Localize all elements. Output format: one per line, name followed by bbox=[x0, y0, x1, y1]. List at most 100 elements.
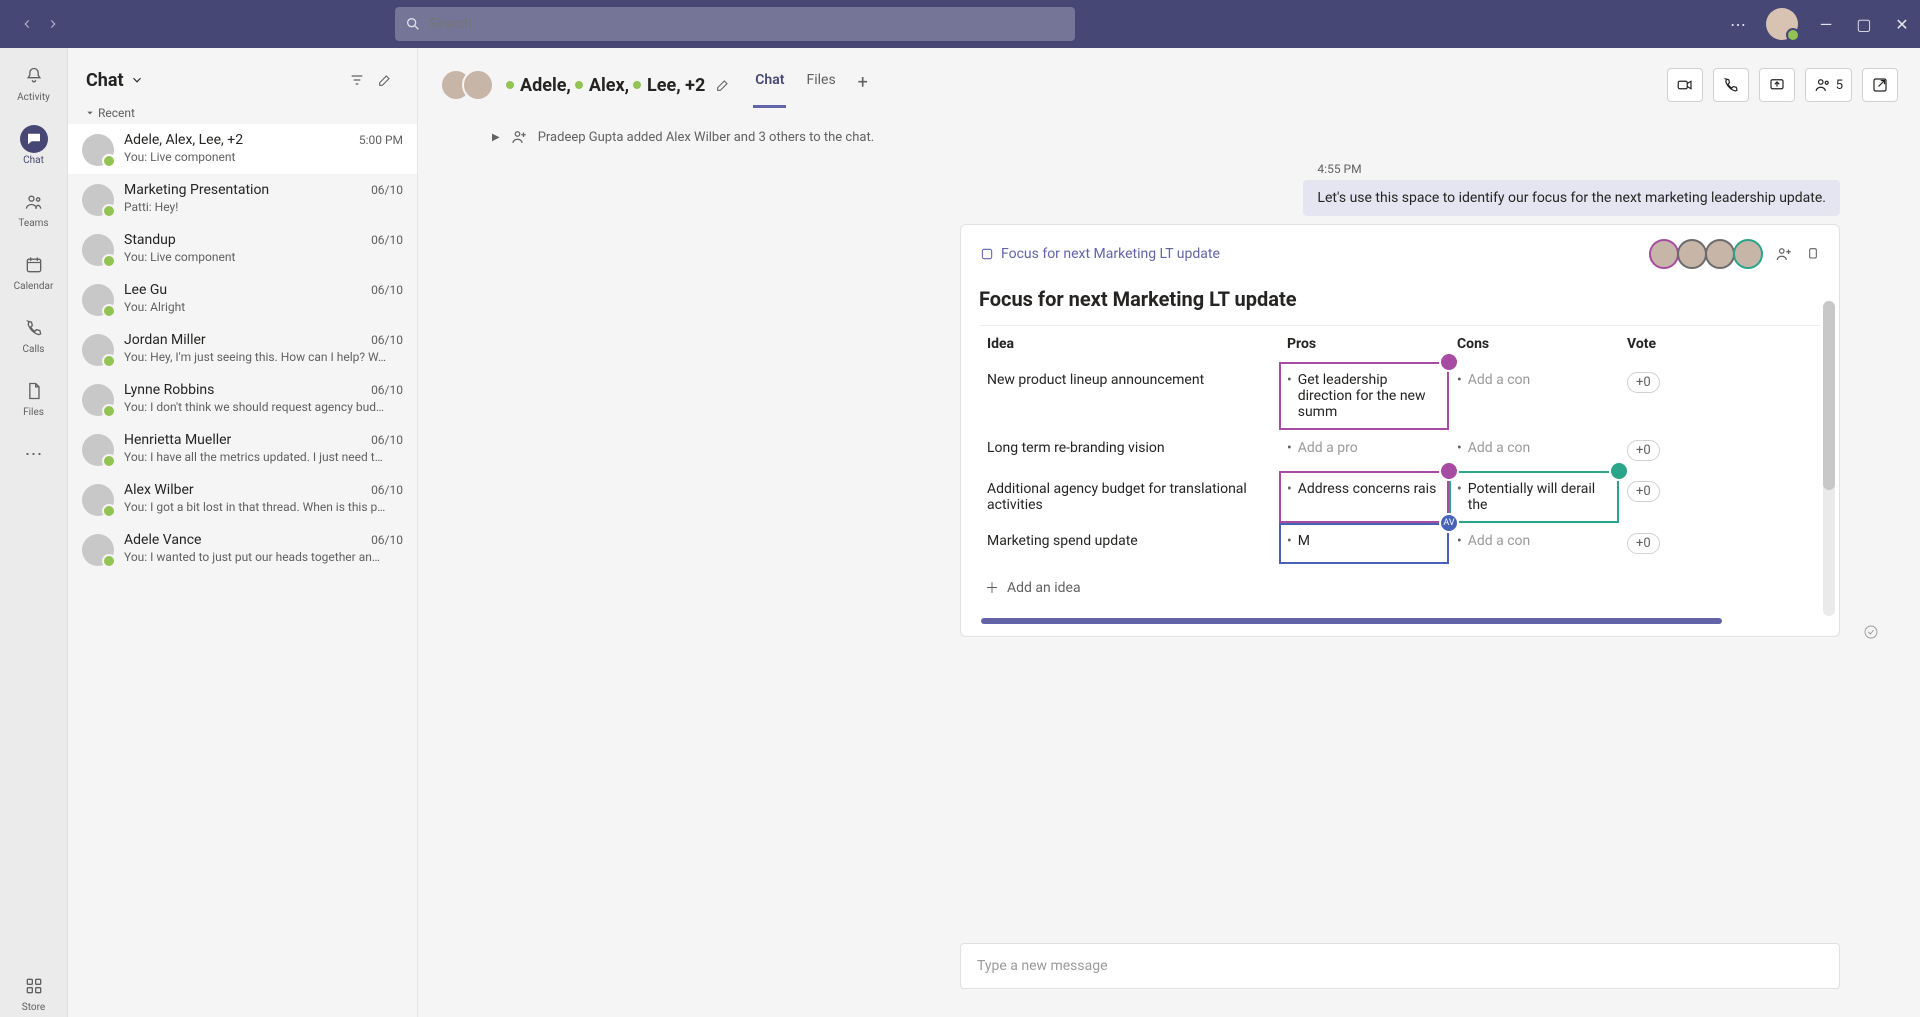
chat-list-item[interactable]: Adele Vance 06/10 You: I wanted to just … bbox=[68, 524, 417, 574]
chat-list-item[interactable]: Lee Gu 06/10 You: Alright bbox=[68, 274, 417, 324]
recent-section-toggle[interactable]: Recent bbox=[68, 102, 417, 124]
avatar[interactable] bbox=[1649, 239, 1679, 269]
popout-button[interactable] bbox=[1862, 68, 1898, 102]
tab-files[interactable]: Files bbox=[804, 62, 837, 108]
chat-list-item[interactable]: Jordan Miller 06/10 You: Hey, I'm just s… bbox=[68, 324, 417, 374]
pros-cell[interactable]: Add a pro bbox=[1279, 430, 1449, 471]
edit-title-icon[interactable] bbox=[715, 77, 731, 93]
search-input[interactable] bbox=[395, 7, 1075, 41]
avatar bbox=[82, 434, 114, 466]
participant-count: 5 bbox=[1836, 78, 1843, 93]
rail-files[interactable]: Files bbox=[6, 373, 62, 422]
profile-avatar[interactable] bbox=[1766, 8, 1798, 40]
compose-icon[interactable] bbox=[371, 66, 399, 94]
chat-list-item[interactable]: Alex Wilber 06/10 You: I got a bit lost … bbox=[68, 474, 417, 524]
rail-label: Calendar bbox=[14, 281, 54, 292]
chat-list-item[interactable]: Adele, Alex, Lee, +2 5:00 PM You: Live c… bbox=[68, 124, 417, 174]
chevron-right-icon[interactable]: ▶ bbox=[492, 132, 500, 143]
avatar[interactable] bbox=[1705, 239, 1735, 269]
vote-cell[interactable]: +0 bbox=[1619, 362, 1699, 430]
participants-button[interactable]: 5 bbox=[1805, 68, 1852, 102]
chat-item-preview: You: I don't think we should request age… bbox=[124, 400, 403, 414]
history-nav bbox=[16, 13, 64, 35]
avatar[interactable] bbox=[1733, 239, 1763, 269]
compose-input[interactable]: Type a new message bbox=[960, 943, 1840, 989]
cons-cell[interactable]: Add a con bbox=[1449, 430, 1619, 471]
share-icon[interactable] bbox=[1775, 245, 1793, 263]
rail-activity[interactable]: Activity bbox=[6, 58, 62, 107]
copy-icon[interactable] bbox=[1805, 246, 1821, 262]
vote-button[interactable]: +0 bbox=[1627, 440, 1660, 461]
rail-store[interactable]: Store bbox=[6, 968, 62, 1017]
pros-cell[interactable]: Address concerns raisAV bbox=[1279, 471, 1449, 523]
window-close-icon[interactable]: ✕ bbox=[1892, 14, 1912, 34]
people-icon bbox=[1814, 76, 1832, 94]
idea-cell[interactable]: Additional agency budget for translation… bbox=[979, 471, 1279, 523]
vote-button[interactable]: +0 bbox=[1627, 533, 1660, 554]
component-icon bbox=[979, 246, 995, 262]
chat-list-item[interactable]: Lynne Robbins 06/10 You: I don't think w… bbox=[68, 374, 417, 424]
card-collaborators bbox=[1649, 239, 1821, 269]
forward-button[interactable] bbox=[42, 13, 64, 35]
chevron-down-icon[interactable] bbox=[130, 73, 144, 87]
file-icon bbox=[20, 377, 48, 405]
chat-icon bbox=[20, 125, 48, 153]
cons-cell[interactable]: Add a con bbox=[1449, 523, 1619, 564]
audio-call-button[interactable] bbox=[1713, 68, 1749, 102]
rail-label: Chat bbox=[23, 155, 44, 166]
window-maximize-icon[interactable]: ▢ bbox=[1854, 14, 1874, 34]
chat-item-time: 06/10 bbox=[371, 283, 403, 297]
cons-cell[interactable]: Add a con bbox=[1449, 362, 1619, 430]
person-add-icon bbox=[510, 128, 528, 146]
rail-teams[interactable]: Teams bbox=[6, 184, 62, 233]
rail-calls[interactable]: Calls bbox=[6, 310, 62, 359]
vote-cell[interactable]: +0 bbox=[1619, 430, 1699, 471]
search-icon bbox=[405, 16, 421, 32]
window-minimize-icon[interactable]: — bbox=[1816, 14, 1836, 34]
chat-item-preview: You: Alright bbox=[124, 300, 403, 314]
more-icon[interactable]: ⋯ bbox=[1728, 14, 1748, 34]
conversation-body[interactable]: ▶ Pradeep Gupta added Alex Wilber and 3 … bbox=[418, 108, 1920, 931]
avatar[interactable] bbox=[1677, 239, 1707, 269]
rail-label: Calls bbox=[23, 344, 45, 355]
chat-items-list[interactable]: Adele, Alex, Lee, +2 5:00 PM You: Live c… bbox=[68, 124, 417, 1017]
pros-cell[interactable]: M bbox=[1279, 523, 1449, 564]
chat-list-item[interactable]: Henrietta Mueller 06/10 You: I have all … bbox=[68, 424, 417, 474]
vote-cell[interactable]: +0 bbox=[1619, 523, 1699, 564]
pros-cell[interactable]: Get leadership direction for the new sum… bbox=[1279, 362, 1449, 430]
idea-cell[interactable]: New product lineup announcement bbox=[979, 362, 1279, 430]
cons-cell[interactable]: Potentially will derail the bbox=[1449, 471, 1619, 523]
filter-icon[interactable] bbox=[343, 66, 371, 94]
card-scrollbar-vertical[interactable] bbox=[1823, 301, 1835, 616]
avatar bbox=[82, 134, 114, 166]
chat-list-item[interactable]: Standup 06/10 You: Live component bbox=[68, 224, 417, 274]
avatar bbox=[82, 484, 114, 516]
vote-button[interactable]: +0 bbox=[1627, 481, 1660, 502]
system-message-text: Pradeep Gupta added Alex Wilber and 3 ot… bbox=[538, 130, 874, 145]
rail-label: Teams bbox=[18, 218, 48, 229]
chat-item-name: Lynne Robbins bbox=[124, 382, 214, 398]
rail-label: Files bbox=[23, 407, 44, 418]
chat-item-name: Adele Vance bbox=[124, 532, 201, 548]
presence-cursor-icon bbox=[1609, 461, 1629, 481]
add-tab-button[interactable]: + bbox=[856, 62, 870, 108]
video-call-button[interactable] bbox=[1667, 68, 1703, 102]
share-screen-button[interactable] bbox=[1759, 68, 1795, 102]
tab-chat[interactable]: Chat bbox=[753, 62, 786, 108]
idea-cell[interactable]: Marketing spend update bbox=[979, 523, 1279, 564]
ideas-table[interactable]: IdeaProsConsVoteNew product lineup annou… bbox=[979, 325, 1821, 564]
chat-list-item[interactable]: Marketing Presentation 06/10 Patti: Hey! bbox=[68, 174, 417, 224]
back-button[interactable] bbox=[16, 13, 38, 35]
message: 4:55 PM Let's use this space to identify… bbox=[1303, 162, 1840, 216]
rail-calendar[interactable]: Calendar bbox=[6, 247, 62, 296]
card-scrollbar-horizontal[interactable] bbox=[981, 618, 1722, 624]
idea-cell[interactable]: Long term re-branding vision bbox=[979, 430, 1279, 471]
rail-more[interactable]: ⋯ bbox=[6, 436, 62, 472]
avatar bbox=[462, 69, 494, 101]
vote-cell[interactable]: +0 bbox=[1619, 471, 1699, 523]
rail-chat[interactable]: Chat bbox=[6, 121, 62, 170]
ellipsis-icon: ⋯ bbox=[20, 440, 48, 468]
vote-button[interactable]: +0 bbox=[1627, 372, 1660, 393]
card-link[interactable]: Focus for next Marketing LT update bbox=[979, 246, 1220, 262]
add-idea-button[interactable]: ＋ Add an idea bbox=[979, 564, 1821, 612]
